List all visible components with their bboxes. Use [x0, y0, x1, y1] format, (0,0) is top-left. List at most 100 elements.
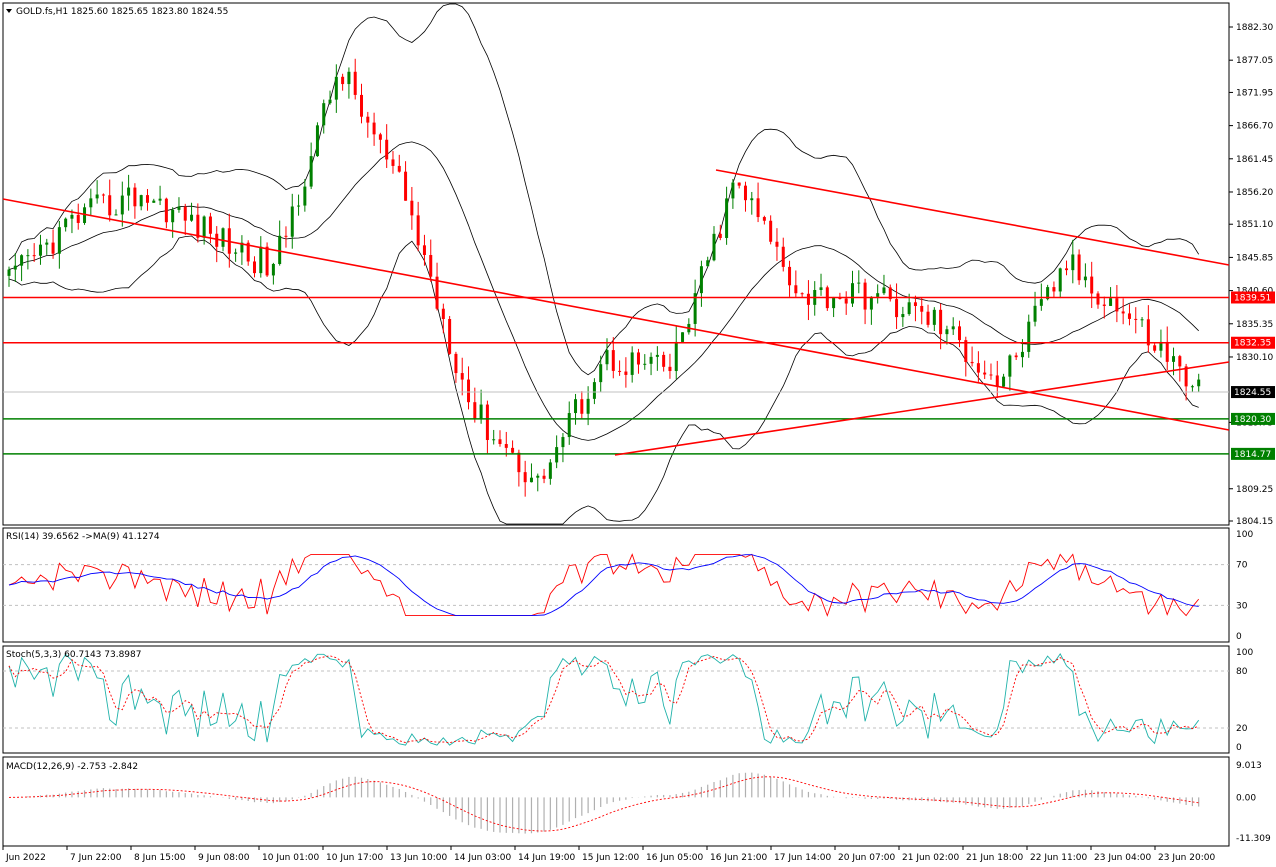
- candle-body: [636, 352, 640, 365]
- price-tick-label: 1845.85: [1236, 253, 1273, 263]
- candle-body: [1134, 318, 1138, 320]
- candle-body: [1172, 356, 1176, 362]
- candle-body: [926, 311, 930, 325]
- candle-body: [737, 182, 741, 186]
- candle-body: [372, 122, 376, 135]
- candle-body: [1197, 379, 1201, 387]
- candle-body: [139, 195, 143, 207]
- candle-body: [309, 156, 313, 187]
- candle-body: [857, 282, 861, 284]
- candle-body: [315, 125, 319, 157]
- time-axis-label: 10 Jun 01:00: [262, 853, 319, 863]
- candle-body: [951, 326, 955, 330]
- candle-body: [259, 246, 263, 274]
- rsi-tick-label: 70: [1236, 561, 1248, 571]
- candle-body: [756, 198, 760, 218]
- candle-body: [655, 354, 659, 357]
- level-price-label: 1820.30: [1234, 415, 1271, 425]
- candle-body: [1153, 345, 1157, 351]
- candle-body: [76, 214, 80, 223]
- time-axis-label: 23 Jun 20:00: [1158, 853, 1215, 863]
- price-tick-label: 1871.95: [1236, 88, 1273, 98]
- candle-body: [901, 314, 905, 318]
- candle-body: [7, 269, 11, 276]
- candle-body: [1008, 355, 1012, 377]
- candle-body: [32, 255, 36, 257]
- candle-body: [624, 371, 628, 375]
- candle-body: [523, 472, 527, 483]
- candle-body: [290, 206, 294, 237]
- candle-body: [536, 475, 540, 478]
- candle-body: [819, 287, 823, 291]
- candle-body: [1020, 351, 1024, 358]
- candle-body: [485, 404, 489, 441]
- candle-body: [750, 198, 754, 201]
- candle-body: [806, 293, 810, 305]
- level-price-label: 1814.77: [1234, 450, 1271, 460]
- candle-body: [1109, 298, 1113, 306]
- candle-body: [618, 370, 622, 372]
- time-axis-label: 21 Jun 18:00: [966, 853, 1023, 863]
- candle-body: [158, 198, 162, 201]
- time-axis-label: 17 Jun 14:00: [774, 853, 831, 863]
- candle-body: [517, 452, 521, 473]
- price-tick-label: 1877.05: [1236, 56, 1273, 66]
- candle-body: [133, 187, 137, 207]
- candle-body: [1071, 254, 1075, 271]
- candle-body: [429, 255, 433, 277]
- price-tick-label: 1835.35: [1236, 320, 1273, 330]
- candle-body: [1178, 356, 1182, 367]
- candle-body: [441, 308, 445, 320]
- candle-body: [913, 302, 917, 306]
- level-price-label: 1832.35: [1234, 339, 1271, 349]
- candle-body: [794, 285, 798, 294]
- candle-body: [416, 215, 420, 246]
- candle-body: [51, 242, 55, 254]
- time-axis-label: 21 Jun 02:00: [902, 853, 959, 863]
- price-tick-label: 1882.30: [1236, 23, 1273, 33]
- candle-body: [555, 447, 559, 463]
- candle-body: [1190, 386, 1194, 388]
- candle-body: [1002, 376, 1006, 387]
- candle-body: [1090, 276, 1094, 294]
- candle-body: [983, 372, 987, 375]
- candle-body: [284, 235, 288, 237]
- time-axis-label: 9 Jun 08:00: [198, 853, 250, 863]
- stoch-label: Stoch(5,3,3) 60.7143 73.8987: [6, 650, 141, 660]
- candle-body: [404, 171, 408, 201]
- time-axis-label: 16 Jun 05:00: [646, 853, 703, 863]
- candle-body: [529, 477, 533, 483]
- time-axis-label: Jun 2022: [5, 853, 46, 863]
- candle-body: [504, 444, 508, 448]
- candle-body: [561, 437, 565, 448]
- candle-body: [775, 241, 779, 247]
- rsi-label: RSI(14) 39.6562 ->MA(9) 41.1274: [6, 532, 160, 542]
- candle-body: [1039, 299, 1043, 306]
- candle-body: [328, 99, 332, 104]
- macd-tick-label: -11.309: [1236, 834, 1271, 844]
- candle-body: [467, 379, 471, 403]
- candle-body: [347, 71, 351, 85]
- candle-body: [712, 233, 716, 261]
- candle-body: [64, 218, 68, 228]
- time-axis-label: 10 Jun 17:00: [326, 853, 383, 863]
- candle-body: [907, 302, 911, 315]
- candle-body: [1115, 298, 1119, 312]
- candle-body: [89, 198, 93, 208]
- candle-body: [731, 182, 735, 199]
- candle-body: [945, 329, 949, 335]
- candle-body: [334, 76, 338, 100]
- candle-body: [145, 195, 149, 203]
- candle-body: [208, 216, 212, 234]
- candle-body: [460, 373, 464, 380]
- candle-body: [13, 265, 17, 270]
- candle-body: [385, 139, 389, 160]
- trading-chart[interactable]: 1882.30 1877.05 1871.95 1866.70 1861.45 1856.…: [0, 0, 1276, 867]
- price-tick-label: 1804.15: [1236, 517, 1273, 527]
- price-tick-label: 1861.45: [1236, 155, 1273, 165]
- candle-body: [844, 298, 848, 304]
- candle-body: [1102, 304, 1106, 306]
- time-axis-label: 16 Jun 21:00: [710, 853, 767, 863]
- candle-body: [699, 266, 703, 294]
- candle-body: [215, 233, 219, 247]
